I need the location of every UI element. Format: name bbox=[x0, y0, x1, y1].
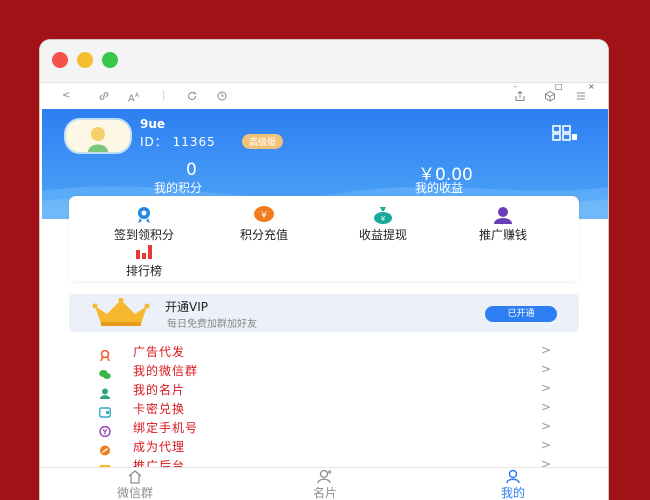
chevron-right-icon: > bbox=[540, 438, 551, 452]
refresh-icon[interactable] bbox=[186, 90, 198, 106]
tab-business-card[interactable]: 名片 bbox=[280, 469, 370, 500]
yen-coin-icon: ¥ bbox=[253, 206, 275, 224]
vip-activated-button[interactable]: 已开通 bbox=[485, 306, 557, 322]
menu-icon[interactable] bbox=[575, 90, 587, 106]
action-label: 排行榜 bbox=[125, 264, 162, 278]
tab-restore-button[interactable]: □ bbox=[555, 83, 563, 91]
menu-item-label: 广告代发 bbox=[133, 345, 186, 359]
menu-item-label: 成为代理 bbox=[133, 440, 186, 454]
browser-window: < AA | - □ × 9ue ID： 11365 高级版 0 ￥0.00 我… bbox=[40, 40, 608, 500]
vip-title: 开通VIP bbox=[165, 300, 208, 314]
font-size-icon[interactable]: AA bbox=[128, 90, 139, 105]
cube-icon[interactable] bbox=[544, 90, 556, 106]
tab-label: 名片 bbox=[312, 486, 337, 500]
phone-icon bbox=[99, 422, 111, 438]
browser-toolbar: < AA | - □ × bbox=[40, 83, 608, 110]
crown-icon bbox=[91, 297, 151, 332]
points-label[interactable]: 我的积分 bbox=[154, 179, 202, 196]
money-bag-icon: ¥ bbox=[372, 206, 394, 224]
title-bar bbox=[40, 40, 608, 83]
menu-list: 广告代发 > 我的微信群 > 我的名片 > 卡密兑换 > 绑定手机号 > 成为代… bbox=[69, 342, 579, 472]
withdraw-earnings-button[interactable]: ¥ 收益提现 bbox=[333, 206, 433, 243]
home-icon bbox=[90, 469, 180, 484]
leaderboard-button[interactable]: 排行榜 bbox=[94, 242, 194, 279]
action-label: 签到领积分 bbox=[113, 228, 174, 242]
menu-item-my-card[interactable]: 我的名片 > bbox=[69, 380, 579, 399]
tab-mine[interactable]: 我的 bbox=[468, 469, 558, 500]
menu-item-my-wechat-groups[interactable]: 我的微信群 > bbox=[69, 361, 579, 380]
svg-text:¥: ¥ bbox=[381, 215, 386, 223]
menu-item-label: 绑定手机号 bbox=[133, 421, 199, 435]
avatar[interactable] bbox=[64, 118, 132, 154]
agent-icon bbox=[99, 441, 111, 456]
link-icon[interactable] bbox=[98, 90, 110, 106]
add-user-icon bbox=[280, 469, 370, 484]
badge-icon bbox=[133, 206, 155, 224]
checkin-points-button[interactable]: 签到领积分 bbox=[94, 206, 194, 243]
menu-item-become-agent[interactable]: 成为代理 > bbox=[69, 437, 579, 456]
tab-label: 我的 bbox=[500, 486, 525, 500]
menu-item-redeem-code[interactable]: 卡密兑换 > bbox=[69, 399, 579, 418]
vip-banner[interactable]: 开通VIP 每日免费加群加好友 已开通 bbox=[69, 294, 579, 332]
tab-wechat-groups[interactable]: 微信群 bbox=[90, 469, 180, 500]
chevron-right-icon: > bbox=[540, 362, 551, 376]
chevron-right-icon: > bbox=[540, 400, 551, 414]
back-button[interactable]: < bbox=[62, 90, 70, 102]
contact-icon bbox=[99, 384, 111, 399]
vip-subtitle: 每日免费加群加好友 bbox=[167, 319, 257, 330]
menu-item-label: 我的微信群 bbox=[133, 364, 199, 378]
share-icon[interactable] bbox=[514, 90, 526, 106]
ribbon-icon bbox=[99, 346, 111, 362]
svg-text:¥: ¥ bbox=[261, 211, 267, 221]
recharge-points-button[interactable]: ¥ 积分充值 bbox=[214, 206, 314, 243]
user-name: 9ue bbox=[140, 117, 166, 131]
level-badge: 高级版 bbox=[242, 134, 284, 149]
earnings-label[interactable]: 我的收益 bbox=[415, 179, 463, 196]
bar-chart-icon bbox=[133, 242, 155, 260]
action-label: 积分充值 bbox=[239, 228, 288, 242]
chevron-right-icon: > bbox=[540, 419, 551, 433]
chevron-right-icon: > bbox=[540, 343, 551, 357]
toolbar-divider: | bbox=[162, 90, 166, 101]
qr-code-icon[interactable] bbox=[552, 125, 578, 145]
wechat-icon bbox=[99, 365, 111, 379]
menu-item-label: 卡密兑换 bbox=[133, 402, 186, 416]
action-label: 推广赚钱 bbox=[478, 228, 527, 242]
maximize-window-button[interactable] bbox=[102, 52, 118, 68]
tab-close-button[interactable]: × bbox=[588, 83, 595, 91]
close-window-button[interactable] bbox=[52, 52, 68, 68]
minimize-window-button[interactable] bbox=[77, 52, 93, 68]
promote-earn-button[interactable]: 推广赚钱 bbox=[453, 206, 553, 243]
menu-item-ad-posting[interactable]: 广告代发 > bbox=[69, 342, 579, 362]
menu-item-label: 我的名片 bbox=[133, 383, 186, 397]
profile-icon bbox=[468, 469, 558, 484]
tab-label: 微信群 bbox=[116, 486, 153, 500]
points-value: 0 bbox=[186, 160, 197, 180]
history-icon[interactable] bbox=[216, 90, 228, 106]
action-label: 收益提现 bbox=[358, 228, 407, 242]
user-icon bbox=[492, 206, 514, 224]
menu-item-bind-phone[interactable]: 绑定手机号 > bbox=[69, 418, 579, 438]
bottom-tab-bar: 微信群 名片 我的 bbox=[40, 467, 608, 500]
chevron-right-icon: > bbox=[540, 381, 551, 395]
quick-actions-card: 签到领积分 ¥ 积分充值 ¥ 收益提现 推广赚钱 排行榜 bbox=[69, 196, 579, 281]
card-icon bbox=[99, 403, 111, 418]
user-id: ID： 11365 bbox=[140, 135, 216, 149]
